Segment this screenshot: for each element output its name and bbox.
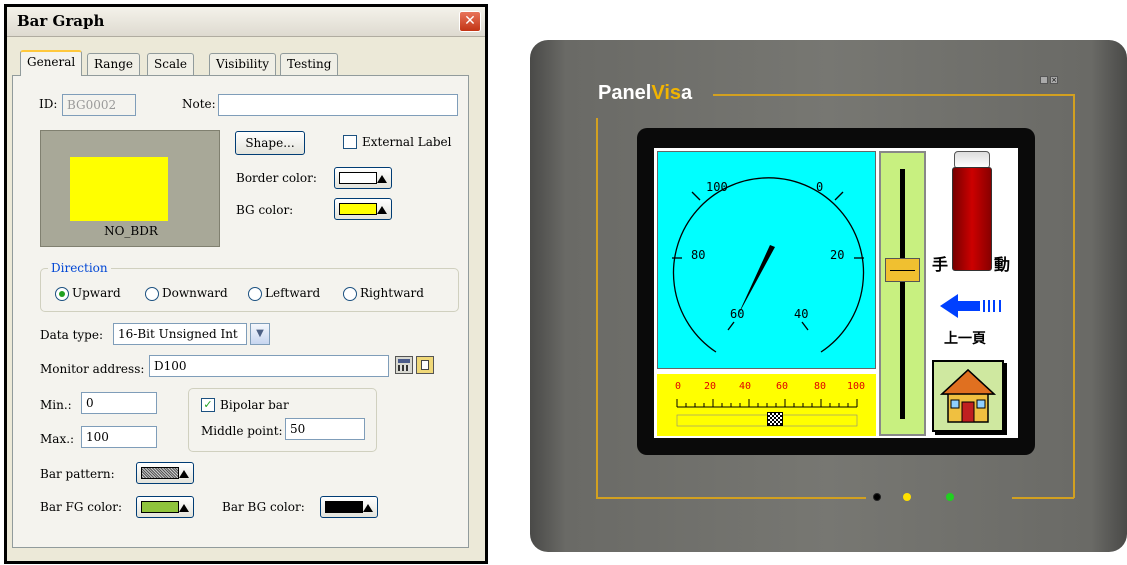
comm-led	[873, 493, 881, 501]
manual-switch[interactable]: 手 動	[930, 151, 1014, 276]
dropdown-arrow-icon	[179, 470, 189, 478]
bipolar-label: Bipolar bar	[220, 398, 289, 412]
border-color-swatch	[339, 172, 377, 184]
data-type-select[interactable]: 16-Bit Unsigned Int	[113, 323, 247, 345]
preview-label: NO_BDR	[104, 224, 158, 238]
middle-point-field[interactable]: 50	[285, 418, 365, 440]
scale-bar: 0 20 40 60 80 100	[657, 374, 876, 436]
close-button[interactable]: ✕	[459, 11, 481, 32]
preview-bar	[70, 157, 168, 221]
close-icon: ×	[1050, 76, 1058, 84]
tab-visibility[interactable]: Visibility	[209, 53, 277, 76]
external-label-checkbox[interactable]	[343, 135, 357, 149]
bg-color-label: BG color:	[236, 203, 294, 217]
meter-label: 60	[730, 307, 745, 321]
radio-upward[interactable]	[55, 287, 69, 301]
bar-bg-color-swatch	[325, 501, 363, 513]
slider-track	[900, 169, 905, 419]
preview-box: NO_BDR	[40, 130, 220, 247]
max-field[interactable]: 100	[81, 426, 157, 448]
bg-color-picker[interactable]	[334, 198, 392, 220]
min-field[interactable]: 0	[81, 392, 157, 414]
external-label-text: External Label	[362, 135, 452, 149]
id-label: ID:	[39, 97, 58, 111]
radio-downward-label: Downward	[162, 286, 228, 300]
radio-leftward-label: Leftward	[265, 286, 321, 300]
bar-fg-color-swatch	[141, 501, 179, 513]
dropdown-arrow-icon	[363, 504, 373, 512]
radio-rightward[interactable]	[343, 287, 357, 301]
meter-label: 100	[706, 180, 728, 194]
middle-point-label: Middle point:	[201, 424, 283, 438]
title-bar: Bar Graph ✕	[7, 7, 485, 37]
dropdown-arrow-icon	[377, 175, 387, 183]
tab-testing[interactable]: Testing	[280, 53, 339, 76]
prev-page-label: 上一頁	[944, 331, 986, 347]
note-field[interactable]	[218, 94, 458, 116]
data-type-label: Data type:	[40, 328, 103, 342]
note-label: Note:	[182, 97, 216, 111]
bar-pattern-swatch	[141, 467, 179, 479]
manual-label-right: 動	[994, 255, 1011, 274]
dropdown-arrow-icon	[179, 504, 189, 512]
shape-button[interactable]: Shape...	[235, 131, 305, 155]
min-label: Min.:	[40, 398, 72, 412]
bipolar-checkbox[interactable]: ✓	[201, 398, 215, 412]
border-color-picker[interactable]	[334, 167, 392, 189]
minimize-icon	[1040, 76, 1048, 84]
prev-page-button[interactable]: 上一頁	[930, 282, 1014, 354]
border-color-label: Border color:	[236, 171, 317, 185]
direction-title: Direction	[48, 261, 111, 275]
bar-pattern-picker[interactable]	[136, 462, 194, 484]
home-button[interactable]	[932, 360, 1004, 432]
max-label: Max.:	[40, 432, 75, 446]
chevron-down-icon[interactable]: ▼	[250, 323, 270, 345]
power-led	[946, 493, 954, 501]
meter-label: 80	[691, 248, 706, 262]
meter-label: 20	[830, 248, 845, 262]
radio-upward-label: Upward	[72, 286, 121, 300]
radio-rightward-label: Rightward	[360, 286, 424, 300]
trim-line-bottom-left	[596, 497, 866, 499]
trim-line-right	[1073, 94, 1075, 498]
radio-downward[interactable]	[145, 287, 159, 301]
calculator-icon[interactable]	[395, 356, 413, 374]
radio-leftward[interactable]	[248, 287, 262, 301]
meter-label: 0	[816, 180, 824, 194]
switch-body	[952, 167, 992, 271]
trim-line-top	[713, 94, 1075, 96]
monitor-address-field[interactable]: D100	[149, 355, 389, 377]
manual-label-left: 手	[932, 255, 949, 274]
meter-label: 40	[794, 307, 809, 321]
trim-line-bottom-right	[1012, 497, 1074, 499]
dropdown-arrow-icon	[377, 206, 387, 214]
bar-fg-color-picker[interactable]	[136, 496, 194, 518]
scale-indicator	[767, 412, 783, 426]
bg-color-swatch	[339, 203, 377, 215]
bar-bg-color-picker[interactable]	[320, 496, 378, 518]
vertical-slider[interactable]	[879, 151, 926, 436]
address-book-icon[interactable]	[416, 356, 434, 374]
bar-pattern-label: Bar pattern:	[40, 467, 115, 481]
tab-range[interactable]: Range	[87, 53, 140, 76]
dialog-title: Bar Graph	[17, 12, 105, 30]
tab-scale[interactable]: Scale	[147, 53, 195, 76]
brand-logo: PanelVisa	[598, 82, 693, 104]
tab-general[interactable]: General	[20, 50, 83, 76]
bar-bg-color-label: Bar BG color:	[222, 500, 305, 514]
meter-gauge: 100 0 80 20 60 40	[657, 151, 876, 369]
id-field: BG0002	[62, 94, 136, 116]
trim-line-left	[596, 118, 598, 498]
monitor-address-label: Monitor address:	[40, 362, 145, 376]
home-icon	[934, 362, 1002, 430]
bar-fg-color-label: Bar FG color:	[40, 500, 123, 514]
slider-thumb[interactable]	[885, 258, 920, 282]
run-led	[903, 493, 911, 501]
